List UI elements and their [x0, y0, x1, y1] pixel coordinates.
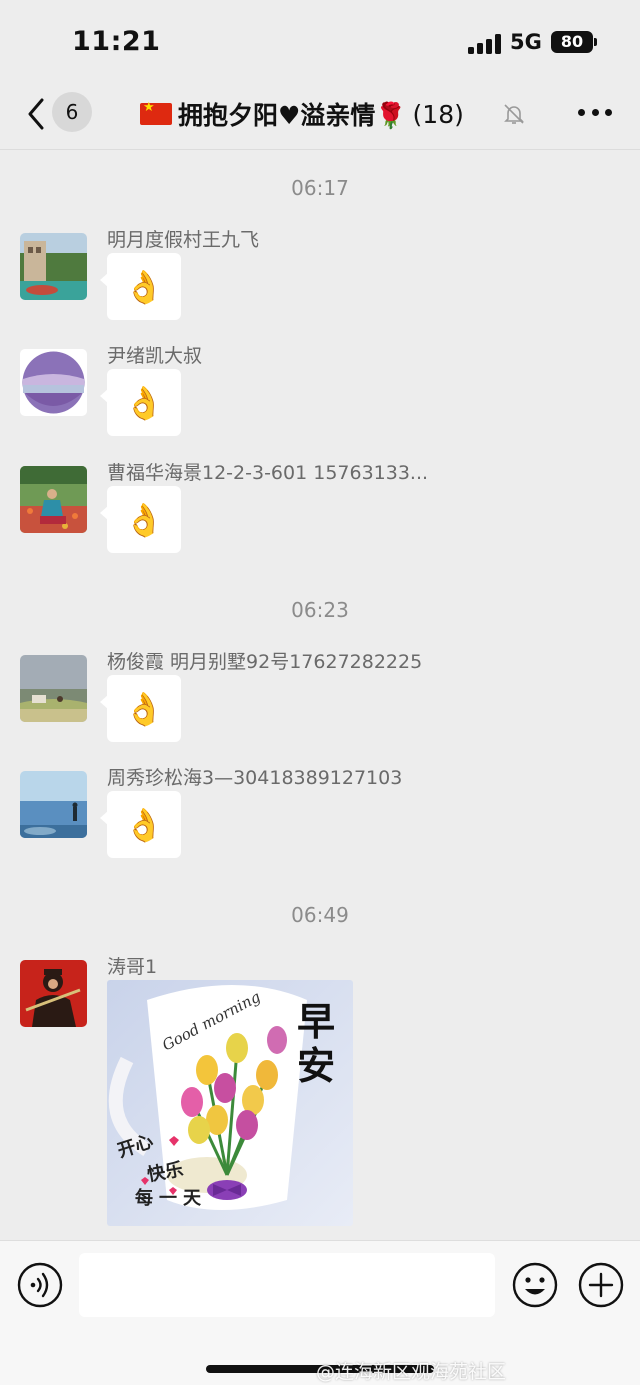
sender-name: 曹福华海景12-2-3-601 15763133...	[107, 462, 429, 484]
message-input[interactable]	[79, 1253, 495, 1317]
china-flag-icon	[140, 100, 172, 125]
watermark: @连海新区观海苑社区	[316, 1361, 507, 1383]
image-line3: 每一天	[135, 1188, 207, 1209]
signal-icon	[468, 34, 502, 54]
sender-name: 周秀珍松海3—30418389127103	[107, 767, 403, 789]
sender-name: 明月度假村王九飞	[107, 229, 260, 251]
avatar[interactable]	[20, 960, 87, 1027]
plus-icon[interactable]	[578, 1262, 624, 1308]
message-bubble[interactable]: 👌	[100, 369, 181, 436]
ok-hand-emoji: 👌	[124, 383, 164, 422]
more-options-button[interactable]	[578, 104, 612, 120]
timestamp: 06:23	[291, 598, 349, 622]
image-big-text: 早安	[297, 999, 336, 1088]
avatar[interactable]	[20, 466, 87, 533]
back-arrow-icon[interactable]	[22, 96, 50, 132]
mute-bell-icon	[504, 104, 524, 124]
greeting-image[interactable]: Good morning 早安 开心 快乐 每一天	[107, 980, 353, 1226]
sender-name: 涛哥1	[107, 956, 158, 978]
avatar[interactable]	[20, 233, 87, 300]
voice-input-icon[interactable]	[17, 1262, 63, 1308]
message-bubble[interactable]: 👌	[100, 675, 181, 742]
network-label: 5G	[510, 30, 542, 54]
chat-title[interactable]: 拥抱夕阳♥溢亲情🌹 (18)	[140, 94, 464, 134]
sender-name: 尹绪凯大叔	[107, 345, 203, 367]
ok-hand-emoji: 👌	[124, 267, 164, 306]
battery-tip	[594, 38, 597, 46]
ok-hand-emoji: 👌	[124, 689, 164, 728]
avatar[interactable]	[20, 655, 87, 722]
message-bubble[interactable]: 👌	[100, 791, 181, 858]
group-name: 拥抱夕阳♥溢亲情🌹	[178, 101, 407, 130]
member-count: (18)	[412, 99, 464, 129]
avatar[interactable]	[20, 771, 87, 838]
chat-header: 6 拥抱夕阳♥溢亲情🌹 (18)	[0, 84, 640, 150]
status-bar: 11:21 5G 80	[0, 0, 640, 84]
timestamp: 06:17	[291, 176, 349, 200]
message-bubble[interactable]: 👌	[100, 486, 181, 553]
emoji-icon[interactable]	[512, 1262, 558, 1308]
unread-count-badge[interactable]: 6	[52, 92, 92, 132]
input-bar: @连海新区观海苑社区	[0, 1240, 640, 1385]
timestamp: 06:49	[291, 903, 349, 927]
message-bubble[interactable]: 👌	[100, 253, 181, 320]
battery-icon: 80	[551, 31, 593, 53]
sender-name: 杨俊霞 明月别墅92号17627282225	[107, 651, 423, 673]
avatar[interactable]	[20, 349, 87, 416]
ok-hand-emoji: 👌	[124, 500, 164, 539]
status-time: 11:21	[72, 26, 161, 57]
ok-hand-emoji: 👌	[124, 805, 164, 844]
